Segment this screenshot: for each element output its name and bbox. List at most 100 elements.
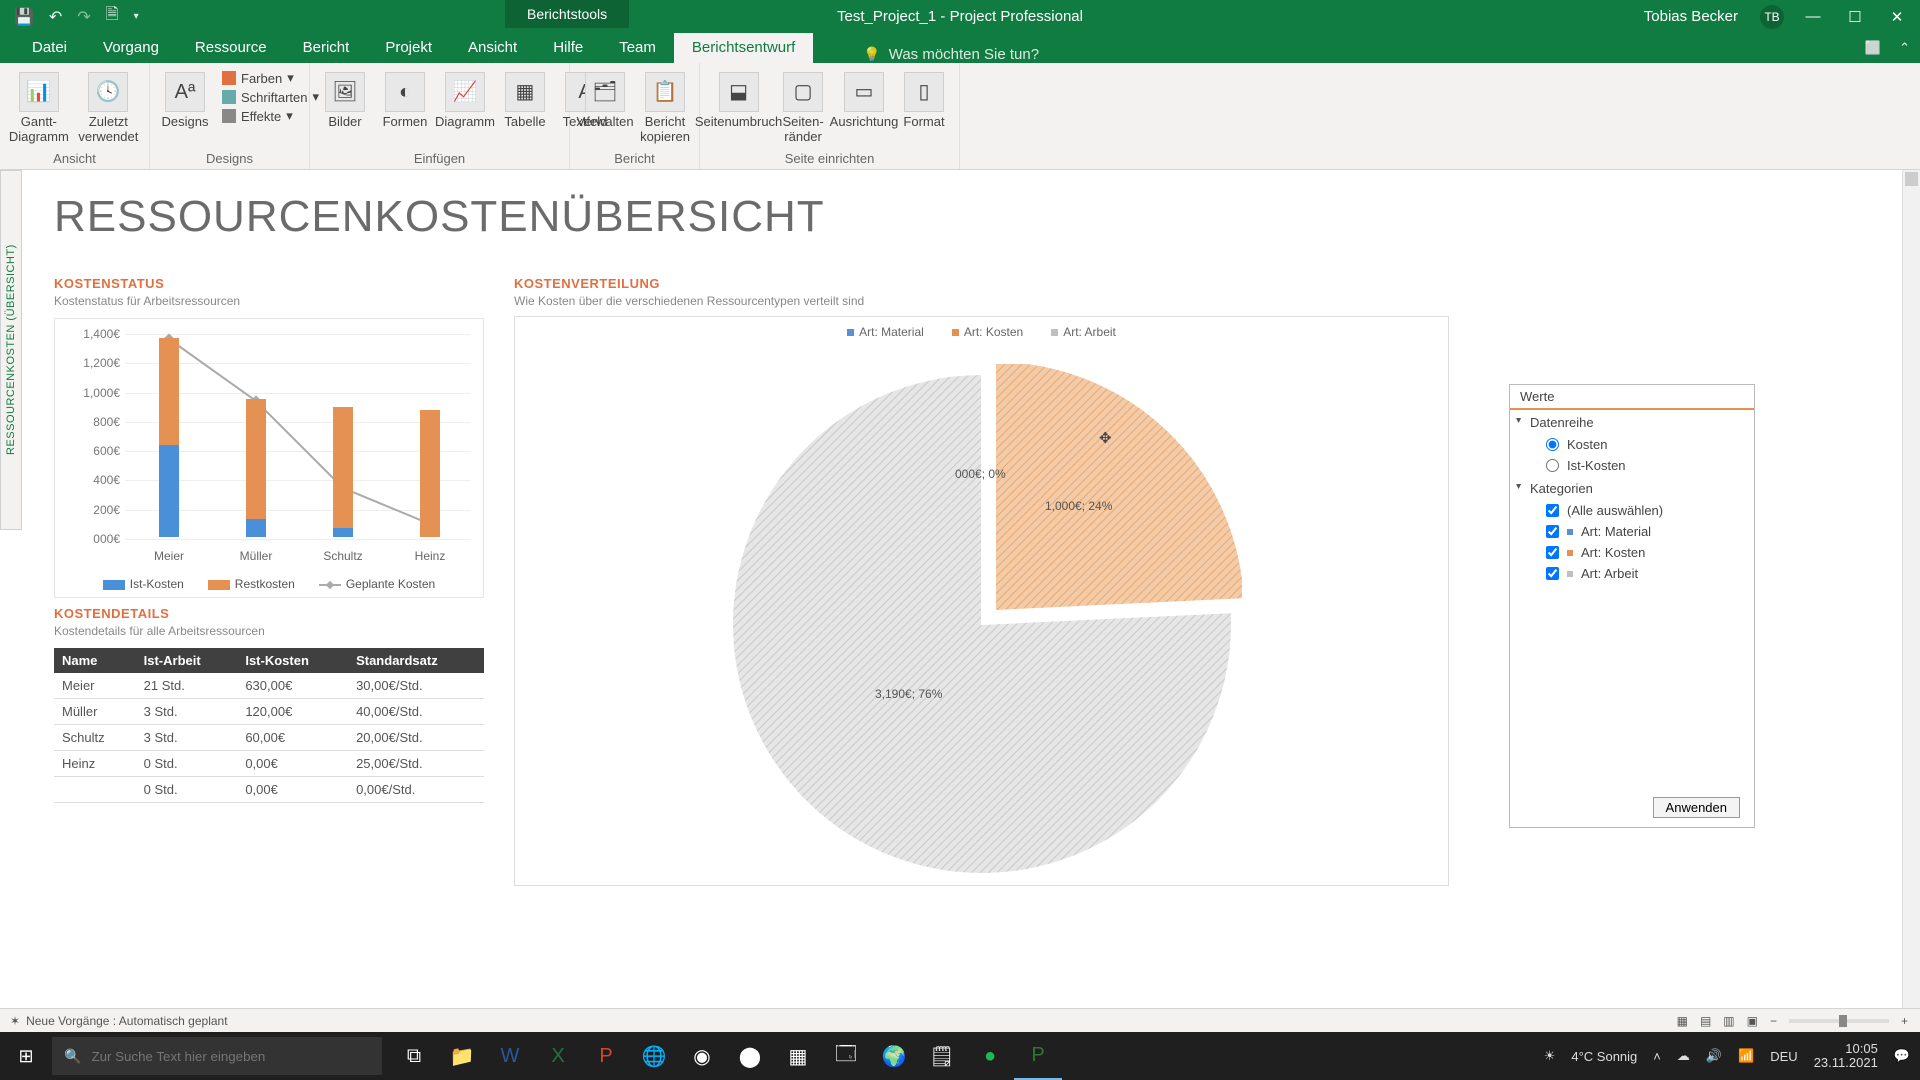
pie-chart[interactable]: Art: Material Art: Kosten Art: Arbeit bbox=[514, 316, 1449, 886]
tab-ressource[interactable]: Ressource bbox=[177, 33, 285, 63]
volume-icon[interactable]: 🔊 bbox=[1706, 1048, 1722, 1064]
undo-icon[interactable]: ↶ bbox=[49, 7, 62, 27]
table-row[interactable]: Müller3 Std.120,00€40,00€/Std. bbox=[54, 699, 484, 725]
diagramm-button[interactable]: 📈Diagramm bbox=[438, 68, 492, 134]
tab-team[interactable]: Team bbox=[601, 33, 674, 63]
tab-datei[interactable]: Datei bbox=[14, 33, 85, 63]
view-shortcut-4[interactable]: ▣ bbox=[1747, 1014, 1758, 1028]
redo-icon[interactable]: ↷ bbox=[77, 7, 90, 27]
chrome-icon[interactable]: ◉ bbox=[678, 1032, 726, 1080]
ribbon-collapse-icon[interactable]: ⌃ bbox=[1899, 40, 1910, 56]
tabelle-button[interactable]: ▦Tabelle bbox=[498, 68, 552, 134]
scroll-thumb[interactable] bbox=[1905, 172, 1918, 186]
vertical-scrollbar[interactable] bbox=[1902, 170, 1920, 1024]
project-icon[interactable]: P bbox=[1014, 1032, 1062, 1080]
tab-hilfe[interactable]: Hilfe bbox=[535, 33, 601, 63]
minimize-button[interactable]: — bbox=[1800, 8, 1826, 25]
explorer-icon[interactable]: 📁 bbox=[438, 1032, 486, 1080]
table-row[interactable]: Heinz0 Std.0,00€25,00€/Std. bbox=[54, 751, 484, 777]
raender-button[interactable]: ▢Seiten-ränder bbox=[775, 68, 831, 149]
obs-icon[interactable]: ⬤ bbox=[726, 1032, 774, 1080]
tab-bericht[interactable]: Bericht bbox=[285, 33, 368, 63]
check-material[interactable]: Art: Material bbox=[1510, 521, 1754, 542]
qat-dropdown-icon[interactable]: ▾ bbox=[134, 11, 139, 22]
tool-tab[interactable]: Berichtstools bbox=[505, 0, 629, 28]
datenreihe-heading[interactable]: Datenreihe bbox=[1510, 410, 1754, 434]
tab-berichtsentwurf[interactable]: Berichtsentwurf bbox=[674, 33, 813, 63]
format-button[interactable]: ▯Format bbox=[897, 68, 951, 134]
details-table[interactable]: NameIst-ArbeitIst-KostenStandardsatz Mei… bbox=[54, 648, 484, 803]
radio-kosten-input[interactable] bbox=[1546, 438, 1559, 451]
table-row[interactable]: Meier21 Std.630,00€30,00€/Std. bbox=[54, 673, 484, 699]
check-kosten-input[interactable] bbox=[1546, 546, 1559, 559]
spotify-icon[interactable]: ● bbox=[966, 1032, 1014, 1080]
app-icon-3[interactable]: 🌍 bbox=[870, 1032, 918, 1080]
onedrive-icon[interactable]: ☁ bbox=[1677, 1048, 1690, 1064]
start-button[interactable]: ⊞ bbox=[0, 1032, 52, 1080]
tab-vorgang[interactable]: Vorgang bbox=[85, 33, 177, 63]
check-alle-input[interactable] bbox=[1546, 504, 1559, 517]
apply-button[interactable]: Anwenden bbox=[1653, 797, 1740, 818]
radio-ist[interactable]: Ist-Kosten bbox=[1510, 455, 1754, 476]
tab-ansicht[interactable]: Ansicht bbox=[450, 33, 535, 63]
notepad-icon[interactable]: 🗒 bbox=[918, 1032, 966, 1080]
wifi-icon[interactable]: 📶 bbox=[1738, 1048, 1754, 1064]
save-icon[interactable]: 💾 bbox=[14, 7, 34, 27]
task-view-icon[interactable]: ⧉ bbox=[390, 1032, 438, 1080]
bilder-button[interactable]: 🖼Bilder bbox=[318, 68, 372, 134]
maximize-button[interactable]: ☐ bbox=[1842, 8, 1868, 26]
farben-button[interactable]: Farben ▾ bbox=[222, 70, 319, 86]
zoom-in-icon[interactable]: + bbox=[1901, 1014, 1908, 1028]
clock[interactable]: 10:05 23.11.2021 bbox=[1814, 1042, 1878, 1071]
kostenstatus-chart[interactable]: Ist-Kosten Restkosten Geplante Kosten 00… bbox=[54, 318, 484, 598]
zoom-slider[interactable] bbox=[1789, 1019, 1889, 1023]
vertical-tab[interactable]: RESSOURCENKOSTEN (ÜBERSICHT) bbox=[0, 170, 22, 530]
report-canvas[interactable]: RESSOURCENKOSTENÜBERSICHT KOSTENSTATUS K… bbox=[24, 170, 1909, 1042]
edge-icon[interactable]: 🌐 bbox=[630, 1032, 678, 1080]
excel-icon[interactable]: X bbox=[534, 1032, 582, 1080]
view-shortcut-3[interactable]: ▥ bbox=[1723, 1014, 1734, 1028]
schrift-button[interactable]: Schriftarten ▾ bbox=[222, 89, 319, 105]
check-arbeit-input[interactable] bbox=[1546, 567, 1559, 580]
recent-button[interactable]: 🕓Zuletzt verwendet bbox=[76, 68, 141, 149]
check-alle[interactable]: (Alle auswählen) bbox=[1510, 500, 1754, 521]
notifications-icon[interactable]: 💬 bbox=[1894, 1048, 1910, 1064]
powerpoint-icon[interactable]: P bbox=[582, 1032, 630, 1080]
avatar[interactable]: TB bbox=[1760, 5, 1784, 29]
tell-me[interactable]: 💡Was möchten Sie tun? bbox=[863, 46, 1039, 63]
lang-indicator[interactable]: DEU bbox=[1770, 1049, 1797, 1064]
check-material-input[interactable] bbox=[1546, 525, 1559, 538]
search-box[interactable]: 🔍 bbox=[52, 1037, 382, 1075]
legend-ist-swatch bbox=[103, 580, 125, 590]
user-name[interactable]: Tobias Becker bbox=[1644, 8, 1738, 25]
app-icon-1[interactable]: ▦ bbox=[774, 1032, 822, 1080]
search-input[interactable] bbox=[91, 1049, 370, 1064]
app-icon-2[interactable]: 🗔 bbox=[822, 1032, 870, 1080]
radio-kosten[interactable]: Kosten bbox=[1510, 434, 1754, 455]
weather-text[interactable]: 4°C Sonnig bbox=[1571, 1049, 1637, 1064]
table-row[interactable]: 0 Std.0,00€0,00€/Std. bbox=[54, 777, 484, 803]
ausricht-button[interactable]: ▭Ausrichtung bbox=[837, 68, 891, 134]
check-arbeit[interactable]: Art: Arbeit bbox=[1510, 563, 1754, 584]
check-kosten[interactable]: Art: Kosten bbox=[1510, 542, 1754, 563]
ribbon-display-icon[interactable]: ⬜ bbox=[1865, 40, 1881, 56]
tab-projekt[interactable]: Projekt bbox=[367, 33, 450, 63]
view-shortcut-2[interactable]: ▤ bbox=[1700, 1014, 1711, 1028]
table-row[interactable]: Schultz3 Std.60,00€20,00€/Std. bbox=[54, 725, 484, 751]
kategorien-heading[interactable]: Kategorien bbox=[1510, 476, 1754, 500]
view-shortcut-1[interactable]: ▦ bbox=[1677, 1014, 1688, 1028]
close-button[interactable]: ✕ bbox=[1884, 8, 1910, 26]
verwalten-button[interactable]: 🗂Verwalten bbox=[578, 68, 632, 134]
effekte-button[interactable]: Effekte ▾ bbox=[222, 108, 319, 124]
designs-button[interactable]: AªDesigns bbox=[158, 68, 212, 134]
umbruch-button[interactable]: ⬓Seitenumbruch bbox=[708, 68, 769, 134]
gantt-button[interactable]: 📊Gantt-Diagramm bbox=[8, 68, 70, 149]
weather-icon[interactable]: ☀ bbox=[1544, 1048, 1556, 1064]
word-icon[interactable]: W bbox=[486, 1032, 534, 1080]
kopieren-button[interactable]: 📋Bericht kopieren bbox=[638, 68, 692, 149]
zoom-out-icon[interactable]: − bbox=[1770, 1014, 1777, 1028]
formen-button[interactable]: ◐Formen bbox=[378, 68, 432, 134]
doc-icon[interactable]: 🗎 bbox=[106, 3, 119, 30]
tray-chevron-icon[interactable]: ˄ bbox=[1653, 1049, 1661, 1064]
radio-ist-input[interactable] bbox=[1546, 459, 1559, 472]
